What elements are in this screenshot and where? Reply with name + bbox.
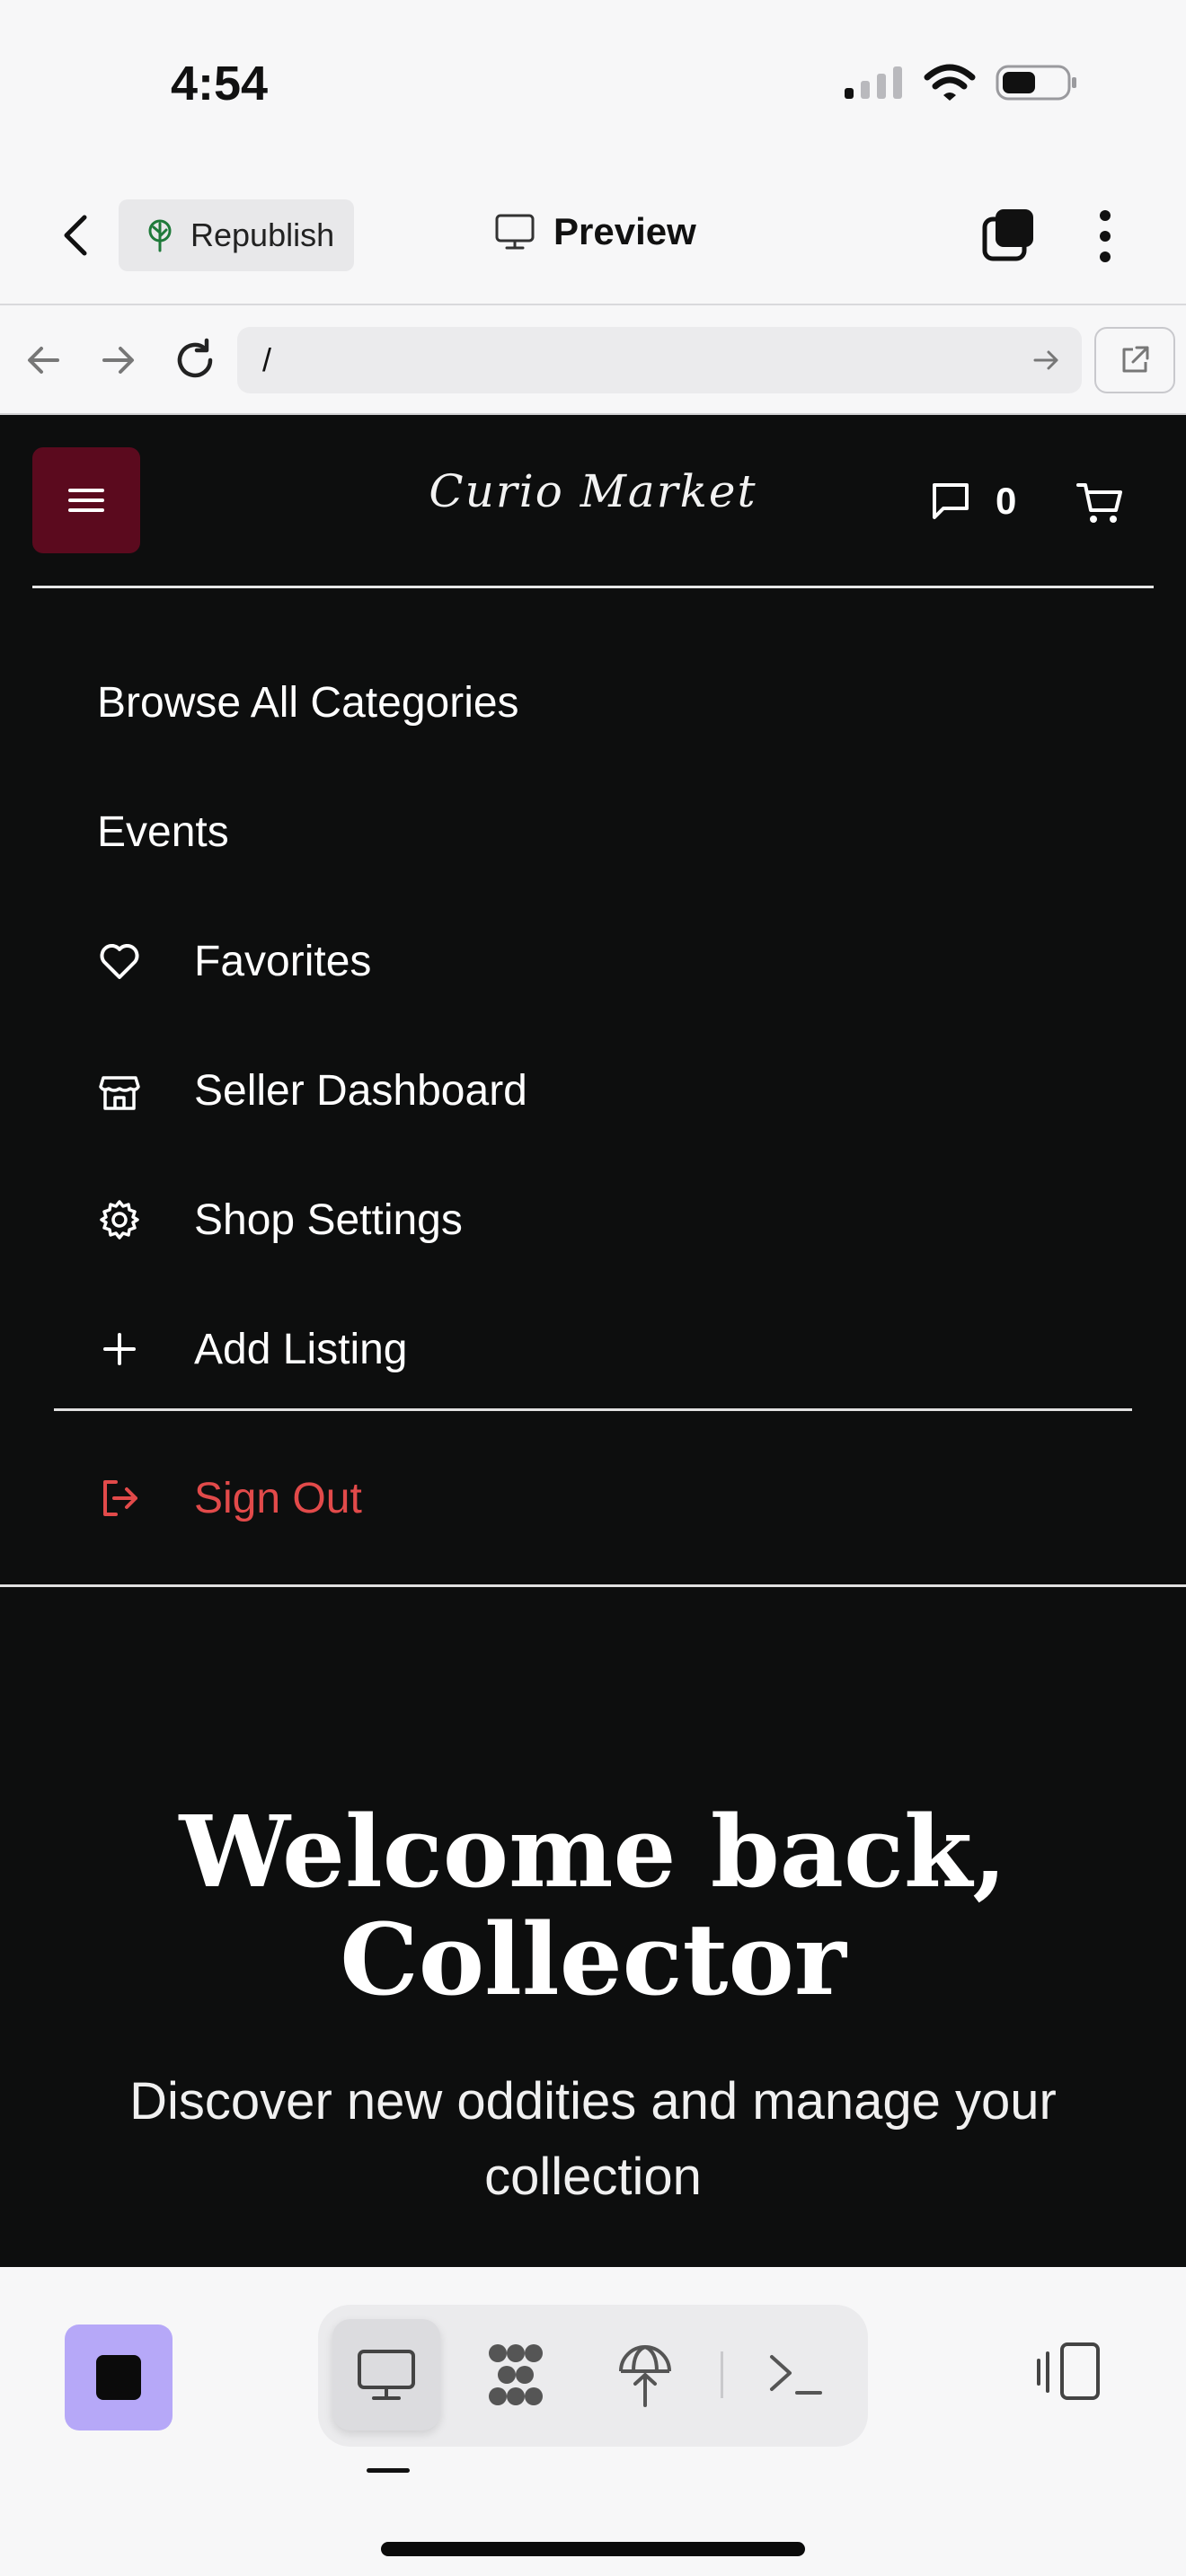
preview-label: Preview [553,210,696,252]
cart-icon [1076,483,1122,523]
menu-item-favorites[interactable]: Favorites [97,916,371,1006]
go-arrow-icon[interactable] [1030,343,1062,377]
cart-button[interactable] [1075,478,1125,528]
sign-out-icon [97,1476,142,1521]
republish-label: Republish [190,216,335,253]
tool-group [318,2305,868,2447]
app-header: Republish Preview [0,171,1186,305]
tool-deploy[interactable] [591,2319,699,2430]
arrow-left-icon [28,347,59,374]
hero-title: Welcome back, Collector [0,1798,1186,2014]
more-vertical-icon [1100,210,1111,262]
hero-subtitle: Discover new oddities and manage your co… [129,2072,1057,2206]
more-button[interactable] [1087,207,1123,266]
open-external-button[interactable] [1094,327,1175,393]
apps-icon [489,2344,543,2405]
menu-item-label: Shop Settings [194,1195,463,1244]
monitor-icon [495,214,535,250]
gear-icon [97,1197,142,1242]
hero-title-line2: Collector [340,1901,846,2017]
tool-terminal[interactable] [742,2319,850,2430]
url-text: / [262,341,272,378]
menu-item-label: Add Listing [194,1325,408,1373]
menu-item-add-listing[interactable]: Add Listing [97,1304,408,1394]
battery-icon [996,63,1078,107]
active-tool-indicator [367,2468,410,2473]
header-divider [32,586,1154,588]
republish-button[interactable]: Republish [119,199,354,271]
stop-icon [96,2355,141,2400]
menu-item-events[interactable]: Events [97,787,229,877]
store-icon [97,1068,142,1113]
status-time: 4:54 [171,57,269,110]
browser-bar: / [0,305,1186,415]
hero-title-line1: Welcome back, [179,1794,1007,1910]
menu-item-browse[interactable]: Browse All Categories [97,657,519,747]
terminal-icon [770,2355,822,2395]
menu-divider [54,1408,1132,1411]
chevron-left-icon [64,215,87,256]
browser-forward-button[interactable] [93,336,142,384]
menu-item-label: Favorites [194,937,372,985]
external-link-icon [1122,346,1149,373]
reload-icon [177,338,213,378]
bottom-toolbar [0,2267,1186,2576]
site-header: Curio Market 0 [0,415,1186,588]
preview-tab[interactable]: Preview [494,210,696,253]
wifi-icon [924,63,976,107]
plus-icon [97,1327,142,1372]
browser-back-button[interactable] [20,336,68,384]
stop-button[interactable] [65,2325,173,2430]
reload-button[interactable] [171,336,219,384]
arrow-right-icon [102,347,134,374]
heart-icon [97,939,142,984]
tool-separator [721,2351,723,2398]
signal-icon [843,65,904,105]
tool-apps[interactable] [462,2319,570,2430]
site-preview: Curio Market 0 Browse All Categories Eve… [0,415,1186,2267]
tree-icon [148,219,172,252]
status-bar: 4:54 [0,0,1186,171]
menu-item-label: Seller Dashboard [194,1066,527,1115]
menu-item-shop-settings[interactable]: Shop Settings [97,1175,463,1265]
menu-bottom-divider [0,1584,1186,1587]
messages-button[interactable]: 0 [929,480,1016,523]
home-indicator [381,2542,805,2556]
menu-item-sign-out[interactable]: Sign Out [97,1453,362,1543]
sign-out-label: Sign Out [194,1474,362,1522]
menu-item-seller-dashboard[interactable]: Seller Dashboard [97,1045,527,1135]
tabs-button[interactable] [981,207,1037,262]
monitor-icon [358,2350,415,2400]
back-button[interactable] [54,210,99,260]
message-count: 0 [996,480,1017,522]
message-icon [933,483,969,519]
tabs-icon [982,209,1033,261]
menu-item-label: Browse All Categories [97,678,519,727]
device-toggle-icon [1037,2342,1100,2400]
url-input[interactable]: / [237,327,1082,393]
menu-item-label: Events [97,807,229,856]
deploy-icon [619,2344,671,2407]
tool-preview[interactable] [332,2319,440,2430]
status-icons [843,63,1078,107]
device-toggle-button[interactable] [1035,2341,1103,2404]
